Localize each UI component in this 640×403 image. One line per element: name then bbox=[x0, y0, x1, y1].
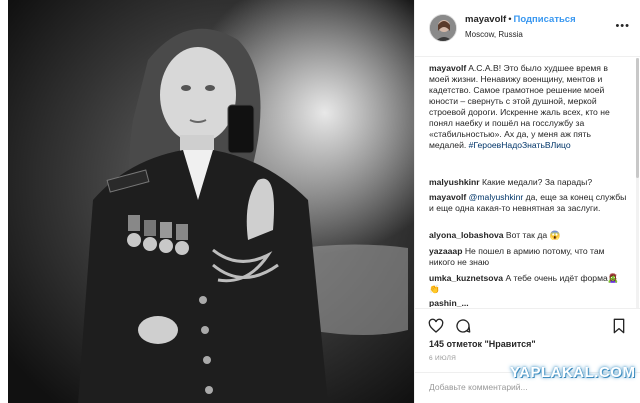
list-item: mayavolf A.C.A.B! Это было худшее время … bbox=[429, 63, 629, 151]
comment-username[interactable]: pashin_... bbox=[429, 298, 469, 307]
likes-count[interactable]: 145 отметок "Нравится" bbox=[429, 339, 536, 349]
comment-username[interactable]: malyushkinr bbox=[429, 177, 480, 187]
post-details-panel: mayavolf • Подписаться Moscow, Russia ••• … bbox=[414, 0, 640, 403]
comment-text: Какие медали? За парады? bbox=[482, 177, 593, 187]
list-item: malyushkinr Какие медали? За парады? bbox=[429, 177, 629, 188]
instagram-post-window: mayavolf • Подписаться Moscow, Russia ••• … bbox=[0, 0, 640, 403]
watermark: YAPLAKAL.COM bbox=[510, 364, 636, 381]
more-options-icon[interactable]: ••• bbox=[615, 20, 630, 32]
comment-text: Вот так да 😱 bbox=[505, 230, 561, 240]
post-photo[interactable] bbox=[8, 0, 414, 403]
post-location[interactable]: Moscow, Russia bbox=[465, 30, 523, 39]
scrollbar[interactable] bbox=[636, 58, 639, 308]
list-item: pashin_... bbox=[429, 298, 629, 307]
add-comment-placeholder[interactable]: Добавьте комментарий... bbox=[429, 382, 528, 392]
list-item: alyona_lobashova Вот так да 😱 bbox=[429, 230, 629, 241]
post-date[interactable]: 6 ИЮЛЯ bbox=[429, 355, 456, 362]
list-item: umka_kuznetsova А тебе очень идёт форма🧟… bbox=[429, 273, 629, 295]
heart-icon[interactable] bbox=[428, 318, 444, 334]
separator-dot: • bbox=[508, 14, 512, 25]
post-author: mayavolf • Подписаться bbox=[465, 14, 576, 25]
comment-text: A.C.A.B! Это было худшее время в моей жи… bbox=[429, 63, 610, 150]
comment-username[interactable]: mayavolf bbox=[429, 63, 466, 73]
follow-button[interactable]: Подписаться bbox=[514, 14, 576, 25]
list-item: mayavolf @malyushkinr да, еще за конец с… bbox=[429, 192, 629, 214]
comments-list: mayavolf A.C.A.B! Это было худшее время … bbox=[415, 57, 637, 307]
author-username[interactable]: mayavolf bbox=[465, 14, 506, 25]
mention-link[interactable]: @malyushkinr bbox=[469, 192, 524, 202]
comment-username[interactable]: umka_kuznetsova bbox=[429, 273, 503, 283]
comment-username[interactable]: mayavolf bbox=[429, 192, 466, 202]
post-header: mayavolf • Подписаться Moscow, Russia ••• bbox=[415, 0, 640, 57]
action-bar bbox=[415, 308, 640, 343]
comment-username[interactable]: alyona_lobashova bbox=[429, 230, 504, 240]
list-item: yazaaap Не пошел в армию потому, что там… bbox=[429, 246, 629, 268]
photo-illustration bbox=[8, 0, 414, 403]
comment-username[interactable]: yazaaap bbox=[429, 246, 462, 256]
avatar[interactable] bbox=[429, 14, 457, 42]
bookmark-icon[interactable] bbox=[611, 318, 627, 334]
hashtag-link[interactable]: #ГероевНадоЗнатьВЛицо bbox=[469, 140, 571, 150]
avatar-image bbox=[430, 15, 456, 41]
comment-icon[interactable] bbox=[455, 318, 471, 334]
